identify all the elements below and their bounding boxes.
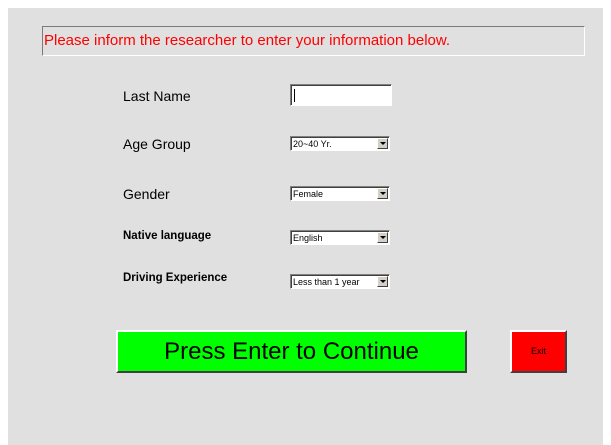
chevron-down-icon[interactable] [377, 232, 388, 243]
exit-button-label: Exit [530, 346, 546, 356]
gender-select[interactable]: Female [290, 186, 390, 201]
instruction-text: Please inform the researcher to enter yo… [44, 32, 451, 49]
continue-button-label: Press Enter to Continue [164, 338, 419, 365]
text-caret [294, 89, 295, 102]
form-window: Please inform the researcher to enter yo… [8, 8, 603, 445]
native-language-select[interactable]: English [290, 230, 390, 245]
native-language-value: English [293, 233, 323, 243]
continue-button[interactable]: Press Enter to Continue [116, 330, 467, 373]
last-name-input[interactable] [290, 84, 392, 106]
driving-experience-label: Driving Experience [123, 272, 228, 284]
chevron-down-icon[interactable] [377, 188, 388, 199]
age-group-select[interactable]: 20~40 Yr. [290, 136, 390, 151]
native-language-label: Native language [123, 230, 212, 242]
gender-label: Gender [123, 186, 170, 202]
instruction-banner: Please inform the researcher to enter yo… [42, 26, 585, 56]
chevron-down-icon[interactable] [377, 276, 388, 287]
age-group-value: 20~40 Yr. [293, 139, 332, 149]
last-name-label: Last Name [123, 88, 191, 104]
driving-experience-value: Less than 1 year [293, 277, 360, 287]
gender-value: Female [293, 189, 324, 199]
exit-button[interactable]: Exit [510, 330, 567, 373]
chevron-down-icon[interactable] [377, 138, 388, 149]
driving-experience-select[interactable]: Less than 1 year [290, 274, 390, 289]
age-group-label: Age Group [123, 136, 191, 152]
